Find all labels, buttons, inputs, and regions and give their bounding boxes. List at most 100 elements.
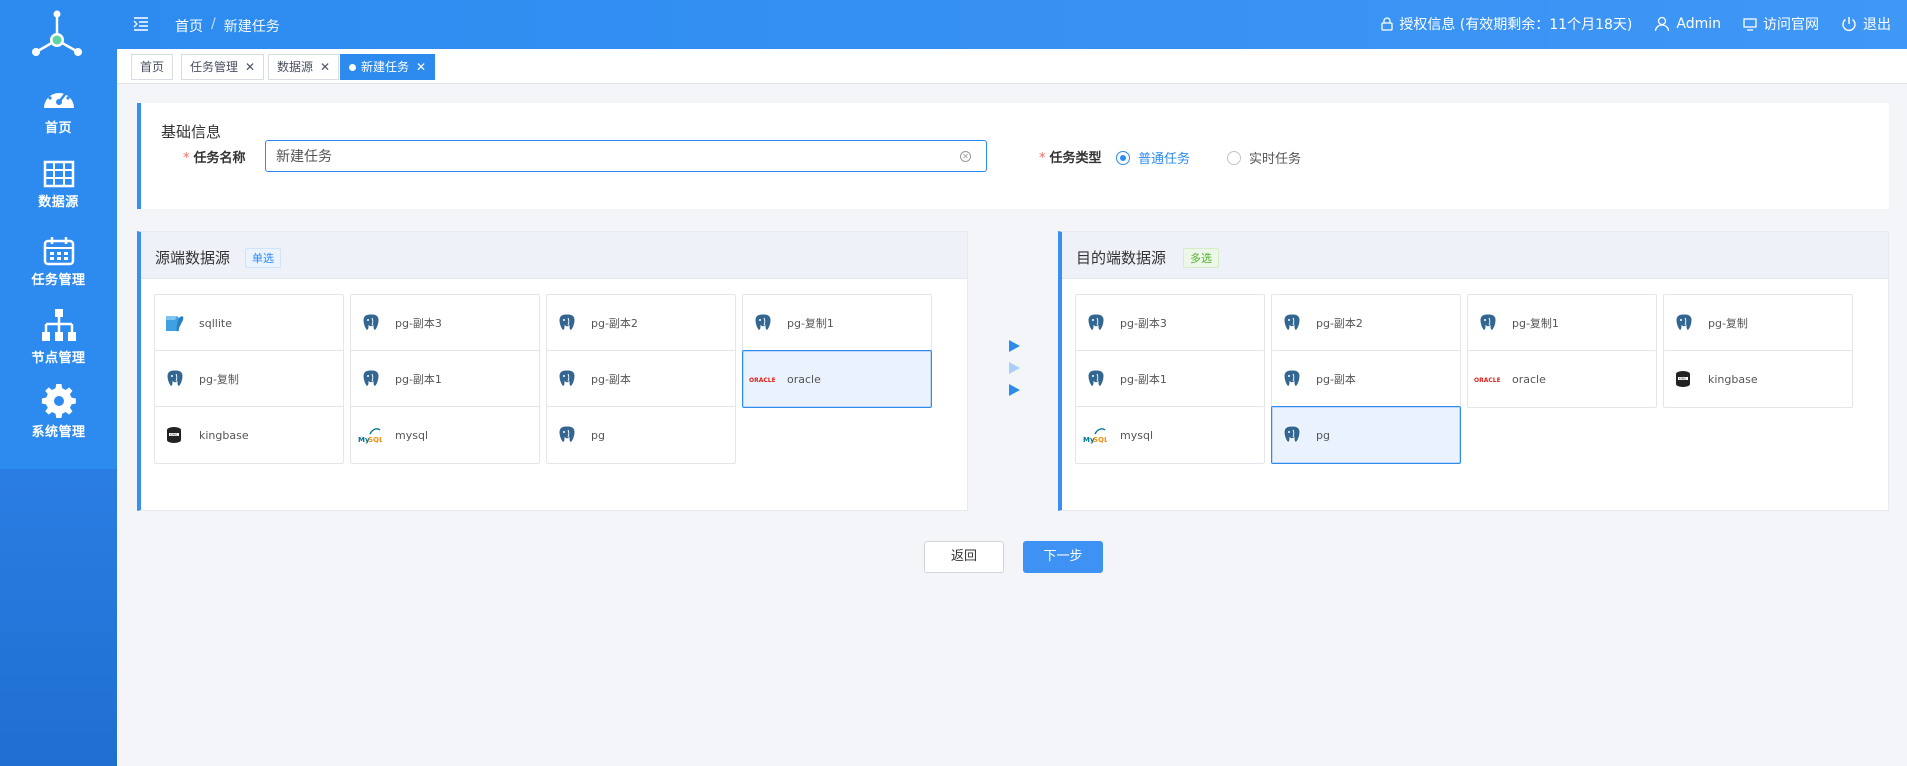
menu-toggle-icon[interactable] — [133, 16, 149, 32]
header-actions: 授权信息 (有效期剩余：11个月18天) Admin 访问官网 退出 — [1381, 14, 1891, 34]
source-datasource-card[interactable]: ORACLE oracle — [742, 350, 932, 408]
target-panel-header: 目的端数据源 多选 — [1062, 232, 1888, 279]
oracle-icon: ORACLE — [1474, 366, 1500, 392]
clear-icon[interactable]: ✕ — [960, 151, 971, 162]
source-datasource-card[interactable]: pg-副本1 — [350, 350, 540, 408]
datasource-name: pg — [1316, 428, 1330, 442]
source-datasource-card[interactable]: pg-副本 — [546, 350, 736, 408]
tab-label: 数据源 — [277, 60, 314, 74]
source-datasource-card[interactable]: pg-副本3 — [350, 294, 540, 352]
task-type-label: * 任务类型 — [1039, 147, 1102, 166]
sidebar-item-datasource[interactable]: 数据源 — [0, 160, 117, 232]
task-name-label-text: 任务名称 — [193, 151, 246, 166]
user-menu[interactable]: Admin — [1654, 16, 1721, 32]
sidebar-item-label: 数据源 — [38, 195, 79, 210]
tab-label: 新建任务 — [361, 60, 410, 74]
task-name-input[interactable] — [265, 140, 987, 172]
postgresql-icon — [1670, 310, 1696, 336]
source-datasource-card[interactable]: pg-复制 — [154, 350, 344, 408]
tab-task-management[interactable]: 任务管理 ✕ — [181, 54, 265, 80]
sidebar-item-label: 首页 — [44, 121, 72, 136]
tab-home[interactable]: 首页 — [131, 54, 174, 80]
tab-datasource[interactable]: 数据源 ✕ — [268, 54, 340, 80]
visit-website-link[interactable]: 访问官网 — [1743, 14, 1819, 34]
breadcrumb-separator: / — [211, 16, 216, 32]
lock-icon — [1381, 17, 1394, 31]
sidebar-item-system[interactable]: 系统管理 — [0, 384, 117, 456]
datasource-name: pg-副本 — [591, 373, 631, 386]
target-datasource-card[interactable]: pg-副本 — [1271, 350, 1461, 408]
svg-text:ORACLE: ORACLE — [749, 377, 775, 384]
target-datasource-card[interactable]: pg-副本3 — [1075, 294, 1265, 352]
source-datasource-card[interactable]: sqllite — [154, 294, 344, 352]
oracle-icon: ORACLE — [749, 366, 775, 392]
next-button[interactable]: 下一步 — [1023, 541, 1103, 573]
tab-new-task[interactable]: 新建任务 ✕ — [340, 54, 436, 80]
transfer-arrows — [1009, 340, 1023, 406]
arrow-right-icon — [1009, 362, 1020, 374]
close-icon[interactable]: ✕ — [416, 55, 426, 79]
target-datasource-card[interactable]: pg-复制1 — [1467, 294, 1657, 352]
kingbase-icon: KING — [161, 422, 187, 448]
target-datasource-card[interactable]: ORACLE oracle — [1467, 350, 1657, 408]
datasource-name: pg-副本3 — [395, 317, 442, 330]
target-datasource-card[interactable]: pg — [1271, 406, 1461, 464]
svg-text:SQL: SQL — [368, 436, 382, 444]
license-text: 授权信息 (有效期剩余：11个月18天) — [1399, 17, 1633, 33]
datasource-name: pg-副本3 — [1120, 317, 1167, 330]
breadcrumb-home[interactable]: 首页 — [175, 16, 203, 36]
datasource-name: pg-复制1 — [1512, 317, 1559, 330]
top-header: 首页 / 新建任务 授权信息 (有效期剩余：11个月18天) Admin 访问官… — [117, 0, 1907, 49]
arrow-right-icon — [1009, 384, 1020, 396]
back-button[interactable]: 返回 — [924, 541, 1004, 573]
sidebar-item-nodes[interactable]: 节点管理 — [0, 308, 117, 380]
monitor-icon — [1743, 17, 1757, 31]
logout-button[interactable]: 退出 — [1841, 14, 1891, 34]
target-datasource-card[interactable]: pg-副本1 — [1075, 350, 1265, 408]
sqlite-icon — [161, 310, 187, 336]
datasource-name: kingbase — [1708, 372, 1758, 386]
target-datasource-card[interactable]: KING kingbase — [1663, 350, 1853, 408]
postgresql-icon — [1474, 310, 1500, 336]
source-panel-title: 源端数据源 — [155, 249, 231, 267]
source-datasource-card[interactable]: pg — [546, 406, 736, 464]
tab-label: 任务管理 — [190, 60, 239, 74]
source-panel-header: 源端数据源 单选 — [141, 232, 967, 279]
arrow-right-icon — [1009, 340, 1020, 352]
basic-info-title: 基础信息 — [161, 123, 222, 141]
sidebar-item-home[interactable]: 首页 — [0, 82, 117, 154]
svg-text:KING: KING — [170, 433, 178, 437]
target-datasource-card[interactable]: pg-副本2 — [1271, 294, 1461, 352]
tab-label: 首页 — [140, 60, 165, 74]
postgresql-icon — [553, 422, 579, 448]
single-select-badge: 单选 — [245, 248, 281, 268]
target-datasource-card[interactable]: pg-复制 — [1663, 294, 1853, 352]
postgresql-icon — [357, 366, 383, 392]
power-icon — [1842, 17, 1856, 31]
sidebar-item-tasks[interactable]: 任务管理 — [0, 236, 117, 308]
svg-text:SQL: SQL — [1093, 436, 1107, 444]
close-icon[interactable]: ✕ — [320, 55, 330, 79]
close-icon[interactable]: ✕ — [245, 55, 255, 79]
radio-normal-task[interactable]: 普通任务 — [1116, 148, 1190, 167]
source-datasource-card[interactable]: pg-副本2 — [546, 294, 736, 352]
target-datasource-card[interactable]: My SQL mysql — [1075, 406, 1265, 464]
radio-realtime-task[interactable]: 实时任务 — [1227, 148, 1301, 167]
source-datasource-card[interactable]: pg-复制1 — [742, 294, 932, 352]
active-dot-icon — [349, 63, 356, 71]
task-name-label: * 任务名称 — [183, 147, 246, 166]
source-datasource-card[interactable]: My SQL mysql — [350, 406, 540, 464]
postgresql-icon — [1278, 310, 1304, 336]
hierarchy-icon — [41, 309, 76, 341]
license-info[interactable]: 授权信息 (有效期剩余：11个月18天) — [1381, 14, 1632, 34]
postgresql-icon — [1278, 366, 1304, 392]
breadcrumb: 首页 / 新建任务 — [175, 16, 280, 36]
radio-label: 实时任务 — [1249, 152, 1302, 167]
radio-circle — [1227, 150, 1241, 165]
app-logo — [32, 10, 82, 56]
mysql-icon: My SQL — [357, 422, 383, 448]
source-datasource-card[interactable]: KING kingbase — [154, 406, 344, 464]
datasource-name: mysql — [1120, 428, 1153, 442]
postgresql-icon — [161, 366, 187, 392]
visit-website-label: 访问官网 — [1763, 17, 1819, 33]
